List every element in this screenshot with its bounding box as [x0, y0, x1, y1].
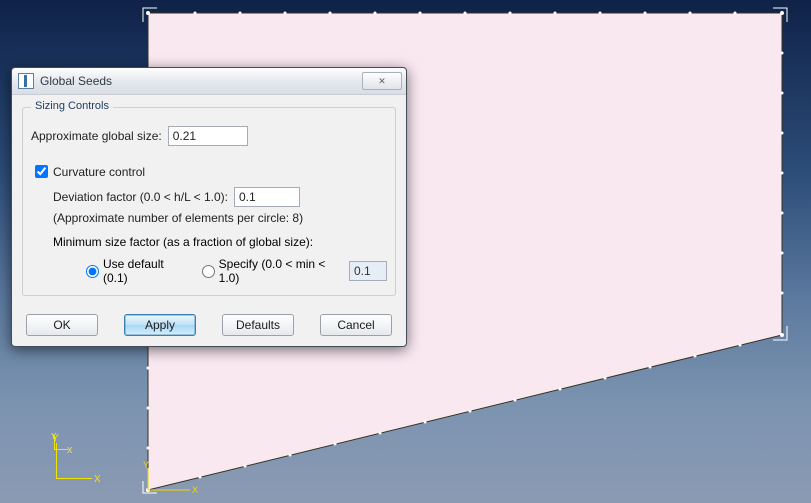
view-triad: Y X: [52, 435, 102, 485]
axis-y-label-main: Y: [52, 433, 59, 444]
use-default-radio[interactable]: [86, 265, 99, 278]
dialog-titlebar[interactable]: Global Seeds ✕: [12, 68, 406, 95]
min-size-factor-label: Minimum size factor (as a fraction of gl…: [53, 235, 387, 249]
elements-per-circle-text: (Approximate number of elements per circ…: [53, 211, 387, 225]
cancel-button[interactable]: Cancel: [320, 314, 392, 336]
close-icon: ✕: [378, 76, 386, 87]
deviation-factor-label: Deviation factor (0.0 < h/L < 1.0):: [53, 190, 228, 204]
curvature-control-checkbox[interactable]: [35, 165, 48, 178]
use-default-label: Use default (0.1): [103, 257, 190, 285]
specify-label: Specify (0.0 < min < 1.0): [219, 257, 345, 285]
defaults-button[interactable]: Defaults: [222, 314, 294, 336]
approx-size-input[interactable]: [168, 126, 248, 146]
approx-size-label: Approximate global size:: [31, 129, 162, 143]
global-seeds-dialog: Global Seeds ✕ Sizing Controls Approxima…: [11, 67, 407, 347]
app-icon: [18, 73, 34, 89]
viewport-3d[interactable]: Y X Y X Y X Global Seeds ✕ Sizing Contro…: [0, 0, 811, 503]
svg-text:X: X: [192, 485, 198, 495]
curvature-control-label: Curvature control: [53, 165, 145, 179]
specify-input: [349, 261, 387, 281]
sizing-controls-group: Sizing Controls Approximate global size:…: [22, 107, 396, 296]
group-legend: Sizing Controls: [31, 100, 113, 112]
apply-button[interactable]: Apply: [124, 314, 196, 336]
axis-x-label-main: X: [94, 474, 101, 485]
dialog-title: Global Seeds: [40, 74, 362, 88]
svg-text:Y: Y: [143, 460, 149, 470]
deviation-factor-input[interactable]: [234, 187, 300, 207]
ok-button[interactable]: OK: [26, 314, 98, 336]
specify-radio[interactable]: [202, 265, 215, 278]
close-button[interactable]: ✕: [362, 72, 402, 90]
